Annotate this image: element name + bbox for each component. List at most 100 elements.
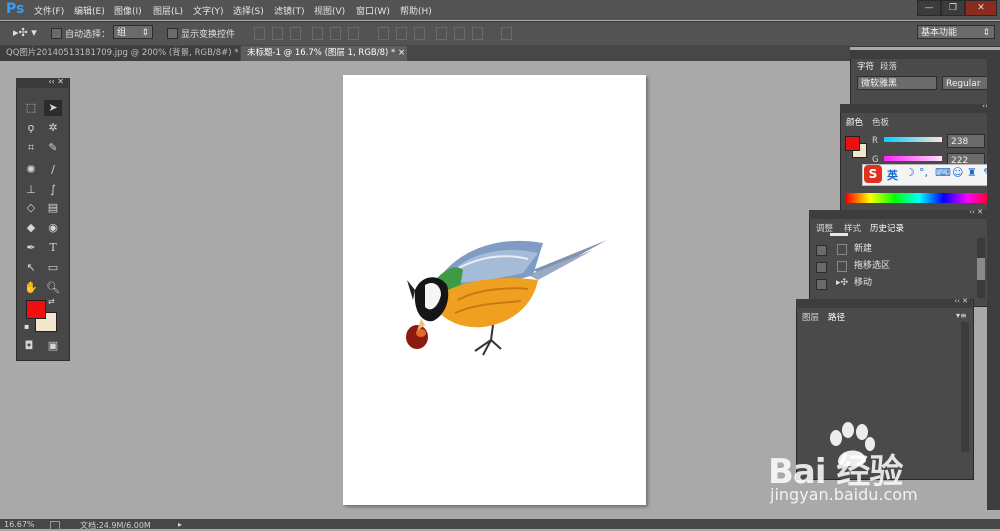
type-tool-icon[interactable]: T (44, 240, 62, 256)
lasso-tool-icon[interactable]: ϙ (22, 120, 40, 136)
zoom-tool-icon[interactable]: 🔍︎ (44, 280, 62, 296)
minimize-button[interactable]: — (917, 0, 941, 16)
marquee-tool-icon[interactable]: ⬚ (22, 100, 40, 116)
tab-paths[interactable]: 路径 (828, 311, 845, 323)
distribute-hcenter-icon[interactable] (454, 27, 465, 40)
align-vcenter-icon[interactable] (272, 27, 283, 40)
menu-type[interactable]: 文字(Y) (193, 4, 224, 17)
screen-mode-icon[interactable]: ▣ (44, 338, 62, 354)
sogou-logo-icon[interactable]: S (864, 165, 882, 183)
close-tab-icon[interactable]: × (398, 48, 405, 58)
auto-select-checkbox[interactable] (51, 28, 62, 39)
document-icon (837, 244, 847, 255)
workspace-dropdown[interactable]: 基本功能 ⇕ (917, 25, 995, 39)
align-bottom-icon[interactable] (290, 27, 301, 40)
show-transform-checkbox[interactable] (167, 28, 178, 39)
distribute-right-icon[interactable] (472, 27, 483, 40)
history-item[interactable]: 新建 (812, 241, 974, 257)
blur-tool-icon[interactable]: ◆ (22, 220, 40, 236)
tab-qq-image[interactable]: QQ图片20140513181709.jpg @ 200% (背景, RGB/8… (0, 46, 248, 61)
menu-layer[interactable]: 图层(L) (153, 4, 183, 17)
history-checkbox[interactable] (816, 245, 827, 256)
distribute-bottom-icon[interactable] (414, 27, 425, 40)
swap-colors-icon[interactable]: ⇄ (48, 297, 55, 306)
shape-tool-icon[interactable]: ▭ (44, 260, 62, 276)
move-tool-preset-icon[interactable]: ▸✣ ▾ (13, 26, 37, 39)
collapse-icon[interactable]: ‹‹ ✕ (48, 77, 64, 86)
menu-view[interactable]: 视图(V) (314, 4, 345, 17)
healing-brush-icon[interactable]: ✺ (22, 162, 40, 178)
restore-button[interactable]: ❐ (941, 0, 965, 16)
quick-mask-icon[interactable]: ◘ (20, 338, 38, 354)
history-checkbox[interactable] (816, 279, 827, 290)
default-colors-icon[interactable]: ▪ (24, 322, 29, 331)
tab-paragraph[interactable]: 段落 (880, 60, 897, 72)
history-checkbox[interactable] (816, 262, 827, 273)
menu-select[interactable]: 选择(S) (233, 4, 264, 17)
tab-swatches[interactable]: 色板 (872, 116, 889, 128)
crop-tool-icon[interactable]: ⌗ (22, 140, 40, 156)
color-fg-swatch[interactable] (845, 136, 860, 151)
menu-file[interactable]: 文件(F) (34, 4, 64, 17)
ime-toolbar[interactable] (862, 164, 1000, 186)
pen-tool-icon[interactable]: ✒ (22, 240, 40, 256)
history-item-label: 新建 (854, 244, 873, 254)
move-tool-icon[interactable]: ➤ (44, 100, 62, 116)
dodge-tool-icon[interactable]: ◉ (44, 220, 62, 236)
gradient-tool-icon[interactable]: ▤ (44, 200, 62, 216)
path-select-icon[interactable]: ↖ (22, 260, 40, 276)
history-scroll-thumb[interactable] (977, 258, 985, 280)
menu-help[interactable]: 帮助(H) (400, 4, 432, 17)
tab-history[interactable]: 历史记录 (870, 222, 904, 234)
tab-layers[interactable]: 图层 (802, 311, 819, 323)
panel-menu-icon[interactable]: ▾≡ (956, 311, 967, 320)
tab-untitled-1[interactable]: 未标题-1 @ 16.7% (图层 1, RGB/8) * × (241, 46, 407, 61)
r-value-field[interactable]: 238 (947, 134, 985, 148)
status-arrow-icon[interactable]: ▸ (178, 520, 182, 529)
foreground-color-swatch[interactable] (26, 300, 46, 319)
align-left-icon[interactable] (312, 27, 323, 40)
panel-header (850, 50, 1000, 59)
ime-keyboard-icon[interactable]: ⌨ (935, 166, 951, 179)
history-item[interactable]: ▸✣ 移动 (812, 275, 974, 291)
tab-character[interactable]: 字符 (857, 60, 874, 72)
distribute-vcenter-icon[interactable] (396, 27, 407, 40)
align-right-icon[interactable] (348, 27, 359, 40)
tab-color[interactable]: 颜色 (846, 116, 863, 128)
zoom-level[interactable]: 16.67% (4, 520, 35, 529)
ime-mode[interactable]: 英 (887, 167, 898, 183)
eraser-tool-icon[interactable]: ◇ (22, 200, 40, 216)
menu-image[interactable]: 图像(I) (114, 4, 142, 17)
align-top-icon[interactable] (254, 27, 265, 40)
eyedropper-tool-icon[interactable]: ✎ (44, 140, 62, 156)
g-slider[interactable] (884, 156, 942, 161)
close-window-button[interactable]: ✕ (965, 0, 997, 16)
collapse-icon[interactable]: ‹‹ ✕ (969, 208, 983, 216)
auto-select-dropdown[interactable]: 组 ⇕ (113, 25, 153, 39)
distribute-left-icon[interactable] (436, 27, 447, 40)
baidu-paw-icon (824, 422, 876, 468)
font-family-dropdown[interactable]: 微软雅黑 (857, 76, 937, 90)
menu-window[interactable]: 窗口(W) (356, 4, 390, 17)
align-hcenter-icon[interactable] (330, 27, 341, 40)
document-canvas[interactable] (343, 75, 646, 505)
hand-tool-icon[interactable]: ✋ (22, 280, 40, 296)
r-slider[interactable] (884, 137, 942, 142)
magic-wand-tool-icon[interactable]: ✲ (44, 120, 62, 136)
ime-skin-icon[interactable]: ♜ (967, 166, 977, 179)
tools-panel-header[interactable]: ‹‹ ✕ (16, 77, 68, 88)
history-brush-icon[interactable]: ∫ (44, 182, 62, 198)
history-item[interactable]: 拖移选区 (812, 258, 974, 274)
brush-tool-icon[interactable]: ∕ (44, 162, 62, 178)
collapse-icon[interactable]: ‹‹ ✕ (954, 297, 968, 305)
distribute-top-icon[interactable] (378, 27, 389, 40)
menu-filter[interactable]: 滤镜(T) (274, 4, 305, 17)
layers-scrollbar[interactable] (961, 322, 969, 452)
ime-moon-icon[interactable]: ☽ (905, 166, 915, 179)
clone-stamp-icon[interactable]: ⊥ (22, 182, 40, 198)
color-spectrum-bar[interactable] (846, 193, 992, 203)
auto-align-icon[interactable] (501, 27, 512, 40)
ime-punct-icon[interactable]: °, (919, 166, 928, 179)
menu-edit[interactable]: 编辑(E) (74, 4, 105, 17)
ime-user-icon[interactable]: ☺ (952, 166, 963, 179)
